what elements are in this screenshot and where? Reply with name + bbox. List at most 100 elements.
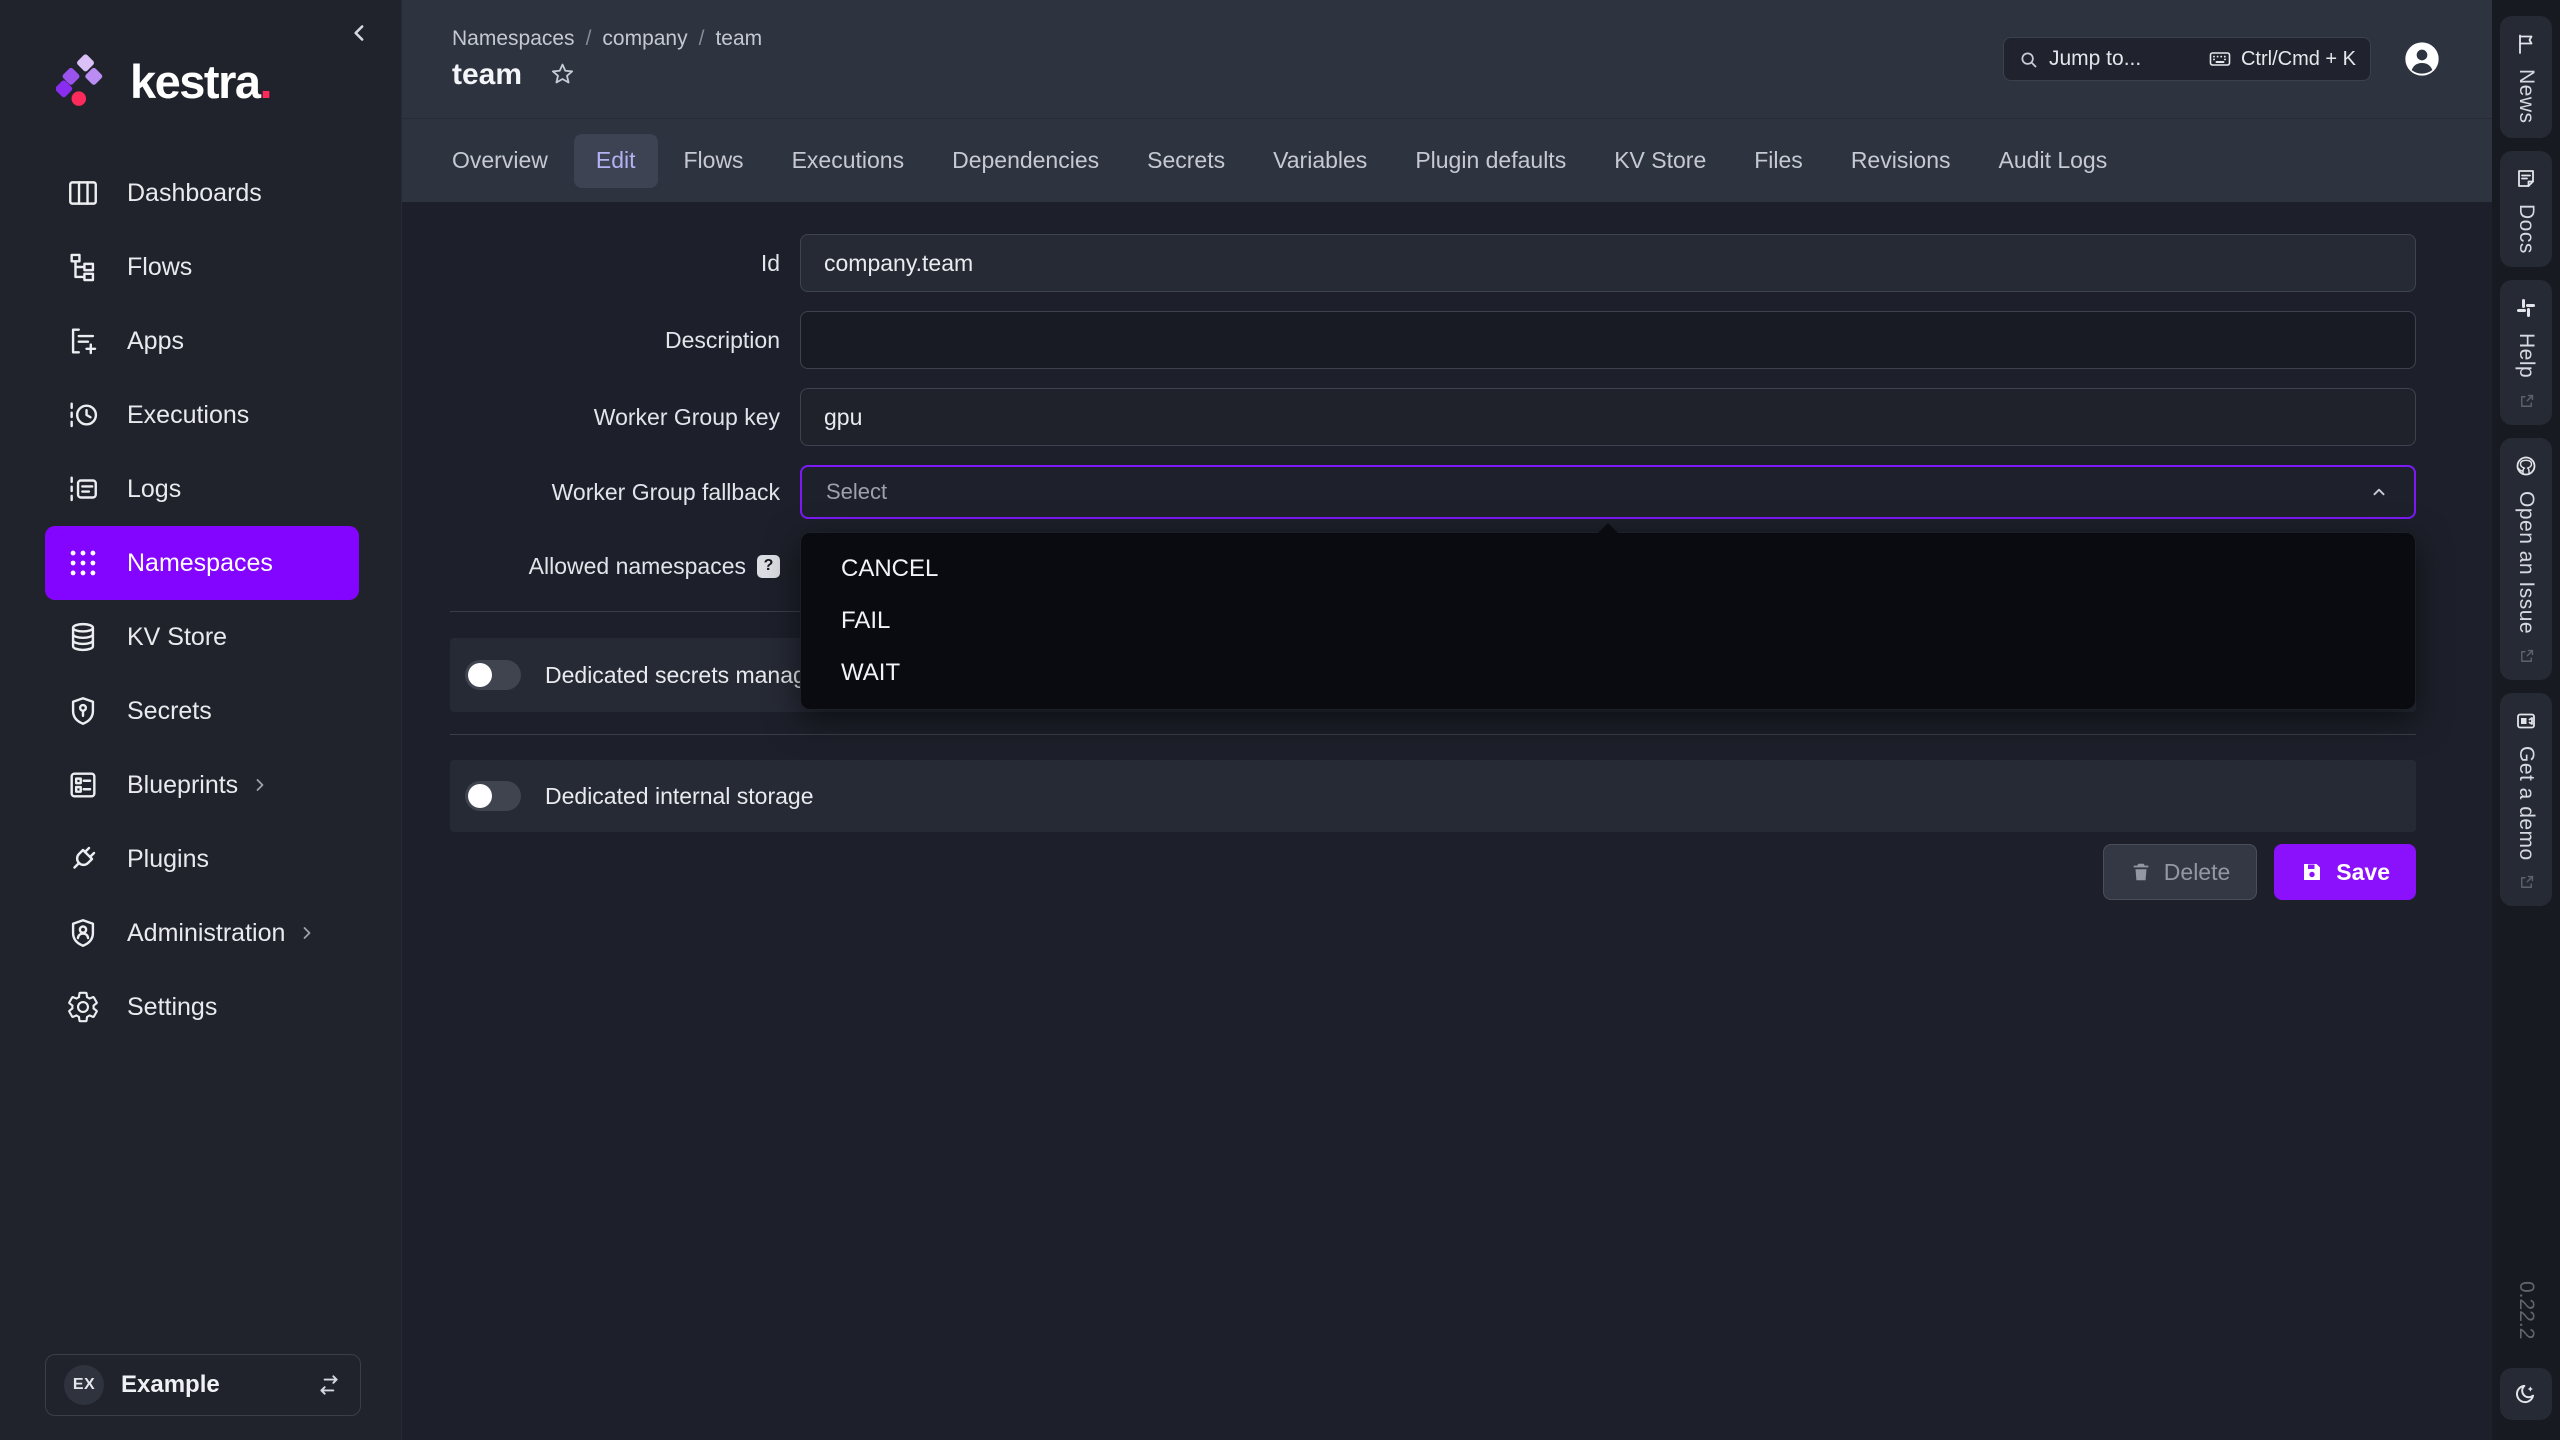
get-a-demo-label: Get a demo	[2514, 746, 2538, 861]
sidebar-item-namespaces[interactable]: Namespaces	[45, 526, 359, 600]
docs-button[interactable]: Docs	[2500, 151, 2552, 268]
sidebar-item-settings[interactable]: Settings	[45, 970, 359, 1044]
tab-edit[interactable]: Edit	[574, 134, 658, 188]
app-version: 0.22.2	[2514, 1281, 2538, 1339]
sidebar-item-label: Secrets	[127, 697, 212, 726]
page-title: team	[452, 58, 522, 92]
sidebar-item-administration[interactable]: Administration	[45, 896, 359, 970]
chevron-right-icon	[297, 923, 317, 943]
right-rail: News Docs Help Open an Issue Get a demo …	[2492, 0, 2560, 1440]
sidebar-item-apps[interactable]: Apps	[45, 304, 359, 378]
save-icon	[2300, 860, 2324, 884]
search-placeholder: Jump to...	[2049, 47, 2141, 71]
description-input[interactable]	[800, 311, 2416, 369]
github-icon	[2514, 454, 2538, 478]
tab-files[interactable]: Files	[1732, 134, 1825, 188]
tab-plugin-defaults[interactable]: Plugin defaults	[1393, 134, 1588, 188]
tab-dependencies[interactable]: Dependencies	[930, 134, 1121, 188]
sidebar-item-label: Blueprints	[127, 771, 238, 800]
news-button[interactable]: News	[2500, 16, 2552, 138]
tab-audit-logs[interactable]: Audit Logs	[1977, 134, 2130, 188]
kestra-logo-mark	[56, 52, 114, 110]
chevron-up-icon	[2368, 481, 2390, 503]
worker-group-fallback-select[interactable]: Select	[800, 465, 2416, 519]
delete-button[interactable]: Delete	[2103, 844, 2257, 900]
external-link-icon	[2517, 873, 2536, 892]
open-an-issue-label: Open an Issue	[2514, 491, 2538, 634]
tab-executions[interactable]: Executions	[770, 134, 927, 188]
global-search[interactable]: Jump to... Ctrl/Cmd + K	[2003, 37, 2371, 81]
sidebar-item-logs[interactable]: Logs	[45, 452, 359, 526]
theme-toggle-button[interactable]	[2500, 1368, 2552, 1420]
form-actions: Delete Save	[450, 844, 2416, 900]
secrets-icon	[66, 694, 100, 728]
breadcrumb-team[interactable]: team	[715, 27, 762, 51]
sidebar-item-blueprints[interactable]: Blueprints	[45, 748, 359, 822]
kestra-logo[interactable]: kestra.	[0, 0, 401, 110]
brand-name: kestra	[130, 55, 260, 108]
main-area: Namespaces / company / team team Jump to…	[402, 0, 2492, 1440]
flag-icon	[2514, 32, 2538, 56]
tab-revisions[interactable]: Revisions	[1829, 134, 1973, 188]
apps-icon	[66, 324, 100, 358]
tab-flows[interactable]: Flows	[662, 134, 766, 188]
open-an-issue-button[interactable]: Open an Issue	[2500, 438, 2552, 680]
breadcrumb-separator: /	[586, 27, 592, 51]
user-avatar[interactable]	[2402, 39, 2442, 79]
id-input[interactable]	[800, 234, 2416, 292]
chevron-right-icon	[250, 775, 270, 795]
administration-icon	[66, 916, 100, 950]
search-icon	[2018, 49, 2039, 70]
fallback-options-dropdown: CANCEL FAIL WAIT	[800, 532, 2416, 710]
sidebar-collapse-icon[interactable]	[347, 20, 373, 46]
account-circle-icon	[2402, 39, 2442, 79]
option-wait[interactable]: WAIT	[801, 647, 2415, 699]
sidebar-item-label: Flows	[127, 253, 192, 282]
get-a-demo-button[interactable]: Get a demo	[2500, 693, 2552, 907]
tenant-switcher[interactable]: EX Example	[45, 1354, 361, 1416]
save-button[interactable]: Save	[2274, 844, 2416, 900]
sidebar-nav: Dashboards Flows Apps Executions Logs Na…	[45, 156, 359, 1044]
dedicated-internal-storage-toggle[interactable]	[465, 781, 521, 811]
favorite-star-icon[interactable]	[549, 61, 576, 88]
option-cancel[interactable]: CANCEL	[801, 543, 2415, 595]
breadcrumb: Namespaces / company / team	[452, 27, 762, 51]
dedicated-secrets-toggle[interactable]	[465, 660, 521, 690]
namespaces-icon	[66, 546, 100, 580]
sidebar-item-flows[interactable]: Flows	[45, 230, 359, 304]
logs-icon	[66, 472, 100, 506]
help-label: Help	[2514, 333, 2538, 378]
external-link-icon	[2517, 392, 2536, 411]
tab-kv-store[interactable]: KV Store	[1592, 134, 1728, 188]
select-placeholder: Select	[826, 479, 887, 505]
blueprints-icon	[66, 768, 100, 802]
slack-icon	[2514, 296, 2538, 320]
sidebar-item-executions[interactable]: Executions	[45, 378, 359, 452]
plugins-icon	[66, 842, 100, 876]
sidebar-item-secrets[interactable]: Secrets	[45, 674, 359, 748]
breadcrumb-company[interactable]: company	[602, 27, 687, 51]
sidebar-item-label: Plugins	[127, 845, 209, 874]
sidebar-item-label: Namespaces	[127, 549, 273, 578]
help-button[interactable]: Help	[2500, 280, 2552, 424]
brand-dot: .	[260, 55, 272, 108]
tab-variables[interactable]: Variables	[1251, 134, 1389, 188]
option-fail[interactable]: FAIL	[801, 595, 2415, 647]
left-sidebar: kestra. Dashboards Flows Apps Executions	[0, 0, 402, 1440]
breadcrumb-namespaces[interactable]: Namespaces	[452, 27, 575, 51]
kv-store-icon	[66, 620, 100, 654]
worker-group-key-input[interactable]	[800, 388, 2416, 446]
sidebar-item-dashboards[interactable]: Dashboards	[45, 156, 359, 230]
switch-tenant-icon[interactable]	[316, 1372, 342, 1398]
sidebar-item-plugins[interactable]: Plugins	[45, 822, 359, 896]
tab-secrets[interactable]: Secrets	[1125, 134, 1247, 188]
sidebar-item-kv-store[interactable]: KV Store	[45, 600, 359, 674]
description-label: Description	[665, 327, 780, 354]
help-icon[interactable]: ?	[757, 555, 780, 578]
app-window: kestra. Dashboards Flows Apps Executions	[0, 0, 2560, 1440]
tab-overview[interactable]: Overview	[430, 134, 570, 188]
search-shortcut: Ctrl/Cmd + K	[2241, 48, 2356, 71]
flows-icon	[66, 250, 100, 284]
worker-group-key-label: Worker Group key	[594, 404, 780, 431]
edit-form: Id Description Worker Group key Worker G…	[402, 202, 2492, 1440]
